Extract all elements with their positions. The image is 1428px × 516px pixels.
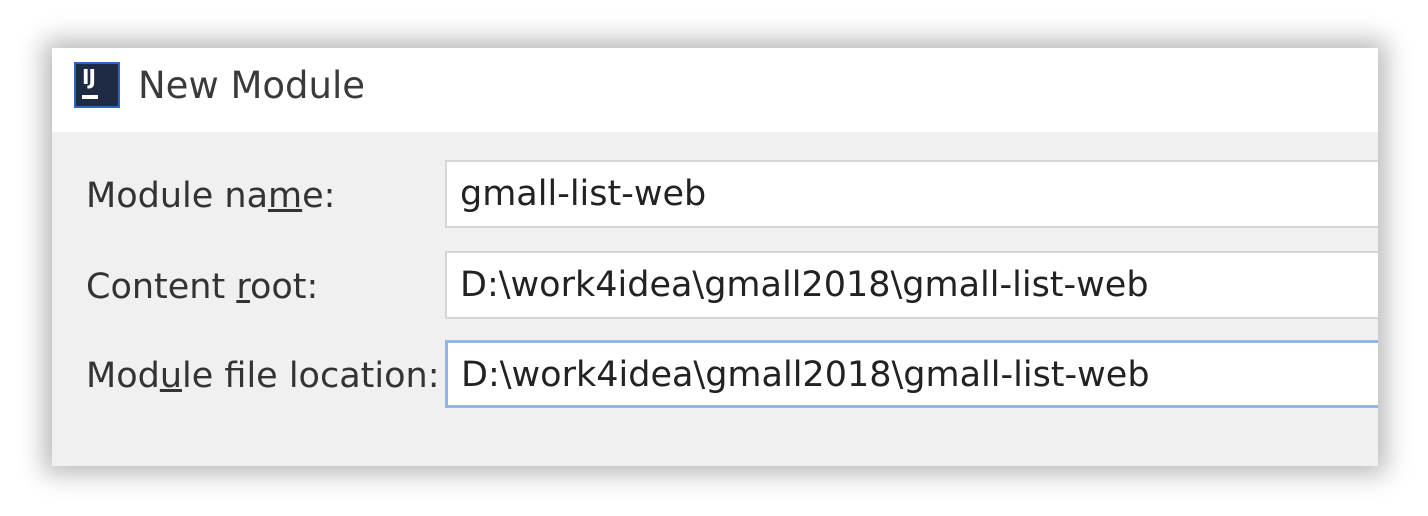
module-file-location-label: Module file location:	[86, 356, 440, 396]
module-name-label: Module name:	[86, 176, 336, 216]
module-name-field[interactable]: gmall-list-web	[445, 160, 1378, 228]
module-name-row: Module name: gmall-list-web	[52, 160, 1378, 230]
module-file-location-field[interactable]: D:\work4idea\gmall2018\gmall-list-web	[445, 340, 1378, 408]
title-bar: IJ New Module	[52, 48, 1378, 132]
content-root-row: Content root: D:\work4idea\gmall2018\gma…	[52, 251, 1378, 321]
content-root-value[interactable]: D:\work4idea\gmall2018\gmall-list-web	[460, 265, 1149, 305]
module-file-location-row: Module file location: D:\work4idea\gmall…	[52, 340, 1378, 410]
dialog-title: New Module	[138, 64, 366, 107]
module-file-location-value[interactable]: D:\work4idea\gmall2018\gmall-list-web	[461, 355, 1150, 395]
content-root-field[interactable]: D:\work4idea\gmall2018\gmall-list-web	[445, 251, 1378, 319]
intellij-idea-icon: IJ	[74, 62, 120, 108]
content-root-label: Content root:	[86, 267, 319, 307]
module-name-value[interactable]: gmall-list-web	[460, 174, 706, 214]
app-icon-text: IJ	[82, 65, 96, 89]
new-module-dialog: IJ New Module Module name: gmall-list-we…	[52, 48, 1378, 466]
